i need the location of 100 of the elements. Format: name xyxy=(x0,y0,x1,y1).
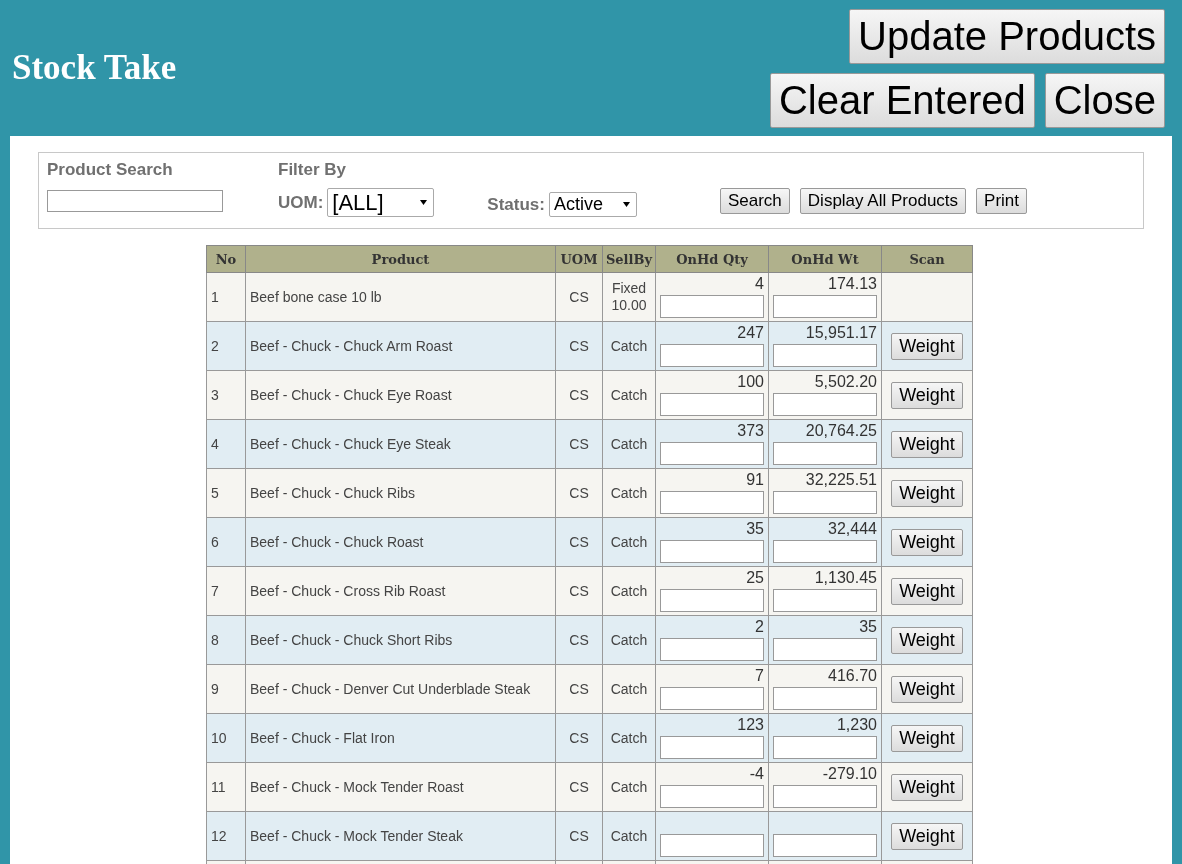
weight-button[interactable]: Weight xyxy=(891,626,963,654)
filter-button[interactable]: Print xyxy=(976,188,1028,214)
sellby-cell: Fixed 10.00 xyxy=(602,272,656,322)
weight-input[interactable] xyxy=(773,540,877,563)
qty-value: 373 xyxy=(736,422,764,441)
weight-value: 5,502.20 xyxy=(813,373,877,392)
weight-value: 32,444 xyxy=(827,520,877,539)
column-header: Product xyxy=(245,245,556,273)
weight-input[interactable] xyxy=(773,491,877,514)
qty-input[interactable] xyxy=(660,785,764,808)
qty-input[interactable] xyxy=(660,295,764,318)
column-header: No xyxy=(206,245,246,273)
weight-value: 1,130.45 xyxy=(813,569,877,588)
column-header: Scan xyxy=(881,245,973,273)
product-name: Beef - Chuck - Chuck Arm Roast xyxy=(245,321,556,371)
row-number: 12 xyxy=(206,811,246,861)
filter-label: Filter By xyxy=(278,160,348,180)
weight-input[interactable] xyxy=(773,834,877,857)
caret-icon xyxy=(622,202,630,207)
weight-button[interactable]: Weight xyxy=(891,773,963,801)
status-select[interactable]: Active xyxy=(548,192,637,217)
uom-cell: CS xyxy=(555,615,603,665)
qty-value: -4 xyxy=(748,765,764,784)
row-number: 6 xyxy=(206,517,246,567)
weight-button[interactable]: Weight xyxy=(891,577,963,605)
weight-input[interactable] xyxy=(773,393,877,416)
uom-cell: CS xyxy=(555,321,603,371)
product-name: Beef - Chuck - Mock Tender Roast xyxy=(245,762,556,812)
uom-cell: CS xyxy=(555,566,603,616)
qty-input[interactable] xyxy=(660,393,764,416)
weight-input[interactable] xyxy=(773,785,877,808)
column-header: UOM xyxy=(555,245,603,273)
sellby-cell: Catch xyxy=(602,664,656,714)
header-button[interactable]: Close xyxy=(1044,72,1165,128)
row-number: 1 xyxy=(206,272,246,322)
weight-input[interactable] xyxy=(773,295,877,318)
weight-input[interactable] xyxy=(773,442,877,465)
header-button[interactable]: Clear Entered xyxy=(769,72,1035,128)
weight-button[interactable]: Weight xyxy=(891,822,963,850)
sellby-cell: Catch xyxy=(602,713,656,763)
qty-value: 91 xyxy=(745,471,764,490)
weight-input[interactable] xyxy=(773,344,877,367)
uom-cell: CS xyxy=(555,713,603,763)
qty-input[interactable] xyxy=(660,736,764,759)
status-label: Status: xyxy=(487,195,545,215)
weight-button[interactable]: Weight xyxy=(891,381,963,409)
qty-input[interactable] xyxy=(660,834,764,857)
row-number: 8 xyxy=(206,615,246,665)
weight-input[interactable] xyxy=(773,736,877,759)
product-name: Beef - Chuck - Mock Tender Steak xyxy=(245,811,556,861)
uom-cell: CS xyxy=(555,419,603,469)
qty-input[interactable] xyxy=(660,687,764,710)
qty-value: 2 xyxy=(754,618,764,637)
qty-input[interactable] xyxy=(660,540,764,563)
weight-button[interactable]: Weight xyxy=(891,479,963,507)
weight-button[interactable]: Weight xyxy=(891,675,963,703)
product-name: Beef bone case 10 lb xyxy=(245,272,556,322)
column-header: OnHd Wt xyxy=(768,245,882,273)
qty-input[interactable] xyxy=(660,491,764,514)
uom-cell: CS xyxy=(555,811,603,861)
qty-input[interactable] xyxy=(660,589,764,612)
sellby-cell: Catch xyxy=(602,517,656,567)
uom-cell: CS xyxy=(555,370,603,420)
qty-value: 25 xyxy=(745,569,764,588)
uom-select[interactable]: [ALL] xyxy=(327,188,435,217)
qty-input[interactable] xyxy=(660,344,764,367)
row-number: 9 xyxy=(206,664,246,714)
qty-value: 4 xyxy=(754,275,764,294)
product-name: Beef - Chuck - Chuck Roast xyxy=(245,517,556,567)
weight-input[interactable] xyxy=(773,589,877,612)
row-number: 11 xyxy=(206,762,246,812)
weight-value: 35 xyxy=(858,618,877,637)
weight-button[interactable]: Weight xyxy=(891,724,963,752)
row-number: 4 xyxy=(206,419,246,469)
filter-button[interactable]: Display All Products xyxy=(799,188,967,214)
sellby-cell: Catch xyxy=(602,321,656,371)
product-name: Beef - Chuck - Cross Rib Roast xyxy=(245,566,556,616)
uom-cell: CS xyxy=(555,468,603,518)
weight-value: 32,225.51 xyxy=(804,471,877,490)
qty-value: 7 xyxy=(754,667,764,686)
row-number: 3 xyxy=(206,370,246,420)
weight-input[interactable] xyxy=(773,687,877,710)
qty-input[interactable] xyxy=(660,638,764,661)
weight-button[interactable]: Weight xyxy=(891,430,963,458)
caret-icon xyxy=(420,200,428,205)
product-name: Beef - Chuck - Denver Cut Underblade Steak xyxy=(245,664,556,714)
weight-value: 1,230 xyxy=(835,716,877,735)
product-name: Beef - Chuck - Chuck Eye Steak xyxy=(245,419,556,469)
uom-cell: CS xyxy=(555,664,603,714)
sellby-cell: Catch xyxy=(602,419,656,469)
weight-value: -279.10 xyxy=(821,765,877,784)
qty-input[interactable] xyxy=(660,442,764,465)
product-name: Beef - Chuck - Chuck Ribs xyxy=(245,468,556,518)
update-products-button[interactable]: Update Products xyxy=(849,8,1165,64)
search-field[interactable] xyxy=(47,190,223,212)
filter-button[interactable]: Search xyxy=(719,188,790,214)
weight-button[interactable]: Weight xyxy=(891,528,963,556)
weight-input[interactable] xyxy=(773,638,877,661)
product-name: Beef - Chuck - Flat Iron xyxy=(245,713,556,763)
weight-button[interactable]: Weight xyxy=(891,332,963,360)
